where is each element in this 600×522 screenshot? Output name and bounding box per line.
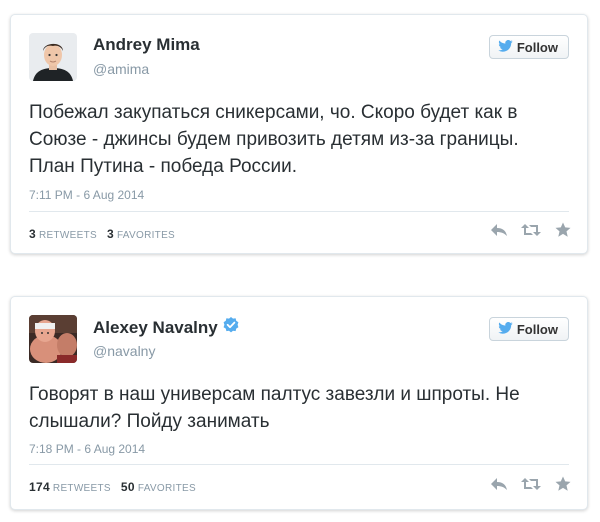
- author-name[interactable]: Andrey Mima: [93, 35, 200, 55]
- avatar[interactable]: [29, 33, 77, 81]
- favorite-count: 3: [106, 227, 114, 241]
- retweet-count-label: RETWEETS: [52, 483, 111, 494]
- verified-badge-icon: [223, 317, 239, 338]
- tweet-timestamp[interactable]: 7:11 PM - 6 Aug 2014: [29, 188, 144, 202]
- reply-icon[interactable]: [489, 475, 509, 493]
- follow-button[interactable]: Follow: [488, 317, 569, 341]
- favorite-count-label: FAVORITES: [137, 483, 196, 494]
- retweet-count: 174: [29, 480, 50, 494]
- follow-button[interactable]: Follow: [488, 35, 569, 59]
- favorite-star-icon[interactable]: [553, 221, 573, 239]
- tweet-actions: [489, 475, 573, 493]
- retweet-icon[interactable]: [521, 475, 541, 493]
- follow-label: Follow: [516, 39, 558, 55]
- favorite-count: 50: [120, 480, 135, 494]
- author-name-text[interactable]: Alexey Navalny: [93, 318, 218, 338]
- divider: [29, 211, 569, 212]
- retweet-count: 3: [29, 227, 36, 241]
- tweet-timestamp[interactable]: 7:18 PM - 6 Aug 2014: [29, 442, 145, 456]
- follow-label: Follow: [516, 321, 558, 337]
- author-name[interactable]: Alexey Navalny: [93, 317, 239, 338]
- tweet-stats: 174 RETWEETS 50 FAVORITES: [29, 480, 196, 494]
- divider: [29, 464, 569, 465]
- retweet-count-stat[interactable]: 3 RETWEETS: [29, 227, 97, 241]
- reply-icon[interactable]: [489, 221, 509, 239]
- tweet-text: Говорят в наш универсам палтус завезли и…: [29, 384, 520, 432]
- twitter-bird-icon: [498, 39, 513, 55]
- favorite-star-icon[interactable]: [553, 475, 573, 493]
- author-handle[interactable]: @amima: [93, 61, 149, 77]
- retweet-icon[interactable]: [521, 221, 541, 239]
- tweet-actions: [489, 221, 573, 239]
- avatar[interactable]: [29, 315, 77, 363]
- twitter-bird-icon: [498, 321, 513, 337]
- retweet-count-label: RETWEETS: [38, 230, 97, 241]
- favorite-count-stat[interactable]: 3 FAVORITES: [107, 227, 175, 241]
- tweet-card: Andrey Mima @amima Follow Побежал закупа…: [10, 14, 588, 254]
- tweet-text: Побежал закупаться сникерсами, чо. Скоро…: [29, 102, 519, 177]
- tweet-stats: 3 RETWEETS 3 FAVORITES: [29, 227, 175, 241]
- favorite-count-label: FAVORITES: [116, 230, 176, 241]
- author-name-text[interactable]: Andrey Mima: [93, 35, 200, 55]
- favorite-count-stat[interactable]: 50 FAVORITES: [121, 480, 196, 494]
- author-handle[interactable]: @navalny: [93, 343, 155, 359]
- tweet-card: Alexey Navalny @navalny Follow Говорят в…: [10, 296, 588, 510]
- retweet-count-stat[interactable]: 174 RETWEETS: [29, 480, 111, 494]
